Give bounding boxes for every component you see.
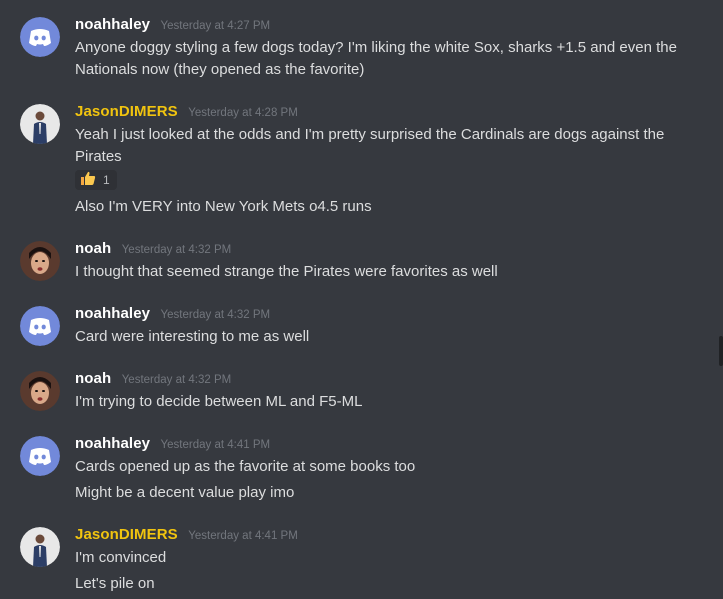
message-text: Also I'm VERY into New York Mets o4.5 ru… xyxy=(75,198,372,215)
message-text: Let's pile on xyxy=(75,575,155,592)
username[interactable]: JasonDIMERS xyxy=(75,103,178,120)
message-text: Yeah I just looked at the odds and I'm p… xyxy=(75,126,665,165)
scrollbar-thumb[interactable] xyxy=(719,336,723,366)
timestamp[interactable]: Yesterday at 4:32 PM xyxy=(161,309,271,321)
message-text: I'm convinced xyxy=(75,549,167,566)
message-text: Cards opened up as the favorite at some … xyxy=(75,458,416,475)
chat-message-list: noahhaley Yesterday at 4:27 PM Anyone do… xyxy=(0,0,723,599)
user-photo-avatar[interactable] xyxy=(20,104,60,144)
message-header: noahhaley Yesterday at 4:27 PM xyxy=(75,16,270,36)
message-header: noahhaley Yesterday at 4:41 PM xyxy=(75,435,270,455)
username[interactable]: noahhaley xyxy=(75,305,150,322)
username[interactable]: noah xyxy=(75,370,111,387)
timestamp[interactable]: Yesterday at 4:28 PM xyxy=(188,107,298,119)
message-text: I'm trying to decide between ML and F5-M… xyxy=(75,393,363,410)
message-text: Card were interesting to me as well xyxy=(75,328,310,345)
user-photo-avatar[interactable] xyxy=(20,371,60,411)
message-text: I thought that seemed strange the Pirate… xyxy=(75,263,498,280)
username[interactable]: noahhaley xyxy=(75,435,150,452)
timestamp[interactable]: Yesterday at 4:41 PM xyxy=(188,530,298,542)
username[interactable]: JasonDIMERS xyxy=(75,526,178,543)
message-text: Anyone doggy styling a few dogs today? I… xyxy=(75,39,677,78)
thumbs-up-icon xyxy=(80,170,96,191)
username[interactable]: noah xyxy=(75,240,111,257)
username[interactable]: noahhaley xyxy=(75,16,150,33)
discord-default-avatar-icon[interactable] xyxy=(20,436,60,476)
timestamp[interactable]: Yesterday at 4:32 PM xyxy=(122,244,232,256)
timestamp[interactable]: Yesterday at 4:41 PM xyxy=(161,439,271,451)
timestamp[interactable]: Yesterday at 4:27 PM xyxy=(161,20,271,32)
message-header: JasonDIMERS Yesterday at 4:41 PM xyxy=(75,526,298,546)
user-photo-avatar[interactable] xyxy=(20,241,60,281)
message-header: noahhaley Yesterday at 4:32 PM xyxy=(75,305,270,325)
message-header: noah Yesterday at 4:32 PM xyxy=(75,240,231,260)
reaction-count: 1 xyxy=(103,173,110,187)
message-text: Might be a decent value play imo xyxy=(75,484,295,501)
discord-default-avatar-icon[interactable] xyxy=(20,306,60,346)
message-header: noah Yesterday at 4:32 PM xyxy=(75,370,231,390)
discord-default-avatar-icon[interactable] xyxy=(20,17,60,57)
user-photo-avatar[interactable] xyxy=(20,527,60,567)
message-header: JasonDIMERS Yesterday at 4:28 PM xyxy=(75,103,298,123)
timestamp[interactable]: Yesterday at 4:32 PM xyxy=(122,374,232,386)
reaction-button[interactable]: 1 xyxy=(75,170,117,190)
